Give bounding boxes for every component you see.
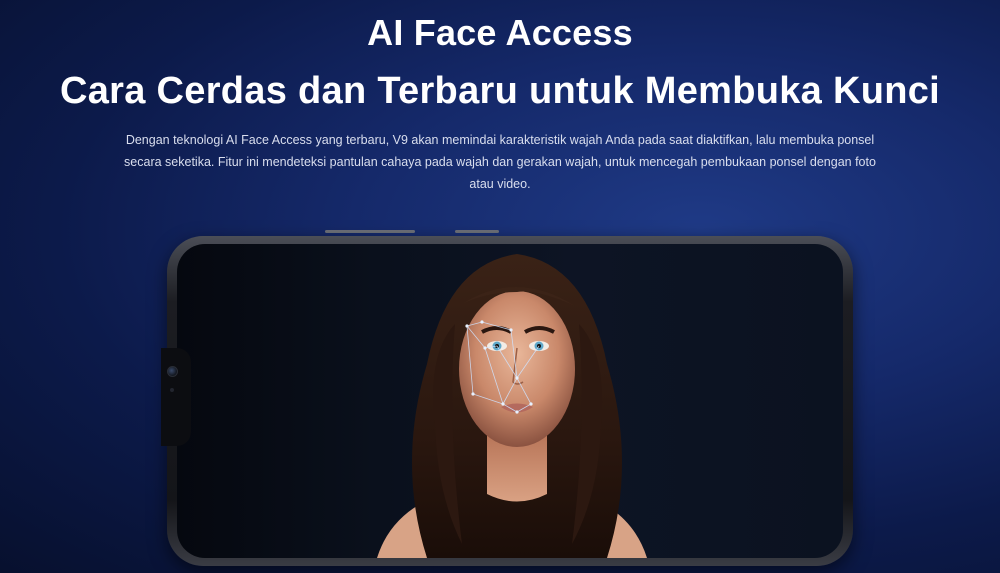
front-camera-icon [167, 366, 178, 377]
feature-description: Dengan teknologi AI Face Access yang ter… [124, 133, 876, 191]
page-title: AI Face Access [367, 12, 633, 53]
power-button [455, 230, 499, 233]
volume-button [325, 230, 415, 233]
phone-screen [177, 244, 843, 558]
page-subtitle: Cara Cerdas dan Terbaru untuk Membuka Ku… [59, 70, 941, 112]
smartphone-icon [161, 236, 853, 566]
phone-notch [161, 348, 191, 446]
sensor-icon [170, 388, 174, 392]
face-scan-portrait [377, 254, 647, 558]
